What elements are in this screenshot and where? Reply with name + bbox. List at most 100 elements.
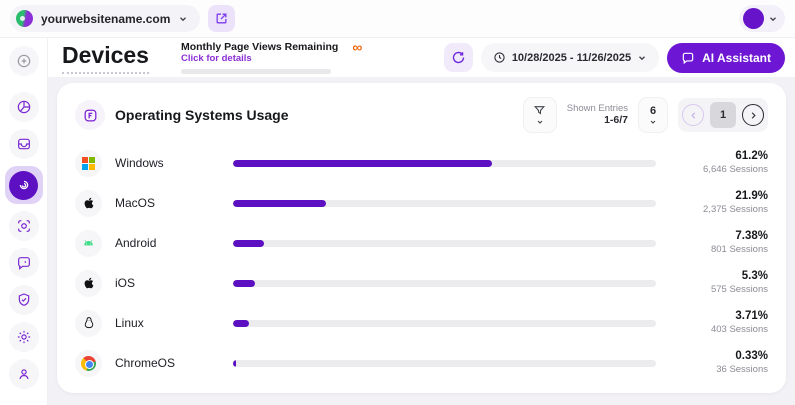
sidebar-item-security[interactable] bbox=[9, 285, 39, 315]
os-percent: 3.71% bbox=[668, 309, 768, 324]
os-row-windows: Windows 61.2% 6,646 Sessions bbox=[75, 143, 768, 183]
entries-per-page-select[interactable]: 6 bbox=[638, 97, 668, 133]
date-range-value: 10/28/2025 - 11/26/2025 bbox=[512, 52, 631, 64]
os-label: Windows bbox=[115, 156, 233, 170]
usage-bar-fill bbox=[233, 160, 492, 167]
website-selector[interactable]: yourwebsitename.com bbox=[10, 5, 200, 32]
os-label: Android bbox=[115, 236, 233, 250]
pageviews-progress-bar bbox=[181, 69, 331, 74]
usage-bar-track bbox=[233, 160, 656, 167]
android-logo-icon bbox=[75, 230, 102, 257]
inbox-icon bbox=[16, 136, 32, 152]
top-bar: yourwebsitename.com bbox=[0, 0, 795, 38]
main-area: Devices Monthly Page Views Remaining Cli… bbox=[48, 38, 795, 405]
header-actions: 10/28/2025 - 11/26/2025 AI Assistant bbox=[444, 43, 785, 73]
chevron-down-icon bbox=[768, 14, 778, 24]
pageviews-widget: Monthly Page Views Remaining Click for d… bbox=[181, 41, 362, 74]
user-menu[interactable] bbox=[739, 5, 785, 32]
os-sessions: 2,375 Sessions bbox=[668, 204, 768, 216]
entries-per-page-value: 6 bbox=[650, 105, 656, 117]
avatar bbox=[743, 8, 764, 29]
usage-bar-fill bbox=[233, 320, 249, 327]
os-percent: 0.33% bbox=[668, 349, 768, 364]
website-favicon bbox=[16, 10, 33, 27]
usage-bar-fill bbox=[233, 360, 236, 367]
active-indicator bbox=[9, 171, 38, 200]
open-website-button[interactable] bbox=[208, 5, 235, 32]
usage-bar-fill bbox=[233, 200, 326, 207]
arrow-left-icon bbox=[688, 110, 699, 121]
os-label: ChromeOS bbox=[115, 356, 233, 370]
os-row-linux: Linux 3.71% 403 Sessions bbox=[75, 303, 768, 343]
target-scan-icon bbox=[16, 218, 32, 234]
fingerprint-icon bbox=[16, 177, 32, 193]
sidebar-item-profile[interactable] bbox=[9, 359, 39, 389]
shown-entries-label: Shown Entries bbox=[567, 103, 628, 115]
usage-bar-track bbox=[233, 280, 656, 287]
page-header: Devices Monthly Page Views Remaining Cli… bbox=[48, 38, 795, 77]
windows-logo-icon bbox=[75, 150, 102, 177]
prev-page-button[interactable] bbox=[682, 104, 704, 126]
os-usage-card: Operating Systems Usage Shown Entries 1-… bbox=[57, 83, 786, 393]
sidebar-item-inbox[interactable] bbox=[9, 129, 39, 159]
pageviews-details-link[interactable]: Click for details bbox=[181, 53, 338, 64]
chat-icon bbox=[16, 255, 32, 271]
os-sessions: 403 Sessions bbox=[668, 324, 768, 336]
ai-assistant-button[interactable]: AI Assistant bbox=[667, 43, 785, 73]
usage-bar-track bbox=[233, 360, 656, 367]
content-area: Operating Systems Usage Shown Entries 1-… bbox=[48, 77, 795, 405]
sidebar-nav bbox=[0, 38, 48, 405]
website-name: yourwebsitename.com bbox=[41, 12, 170, 26]
card-header: Operating Systems Usage Shown Entries 1-… bbox=[75, 93, 768, 143]
refresh-icon bbox=[451, 50, 466, 65]
current-page[interactable]: 1 bbox=[710, 102, 736, 128]
card-title: Operating Systems Usage bbox=[115, 107, 289, 123]
chevron-down-icon bbox=[536, 118, 544, 126]
os-percent: 5.3% bbox=[668, 269, 768, 284]
sidebar-item-feedback[interactable] bbox=[9, 248, 39, 278]
usage-bar-track bbox=[233, 320, 656, 327]
user-pin-icon bbox=[16, 366, 32, 382]
usage-bar-fill bbox=[233, 240, 264, 247]
shield-check-icon bbox=[16, 292, 32, 308]
sidebar-item-add[interactable] bbox=[9, 46, 39, 76]
os-sessions: 801 Sessions bbox=[668, 244, 768, 256]
os-percent: 21.9% bbox=[668, 189, 768, 204]
sidebar-item-analytics[interactable] bbox=[9, 92, 39, 122]
shown-entries-range: 1-6/7 bbox=[567, 114, 628, 127]
chrome-logo-icon bbox=[75, 350, 102, 377]
os-row-macos: MacOS 21.9% 2,375 Sessions bbox=[75, 183, 768, 223]
filter-button[interactable] bbox=[523, 97, 557, 133]
chevron-down-icon bbox=[637, 53, 647, 63]
os-percent: 61.2% bbox=[668, 149, 768, 164]
os-sessions: 575 Sessions bbox=[668, 284, 768, 296]
analytics-dashboard: yourwebsitename.com bbox=[0, 0, 795, 405]
gear-icon bbox=[16, 329, 32, 345]
pie-chart-icon bbox=[16, 99, 32, 115]
ai-assistant-label: AI Assistant bbox=[702, 51, 771, 65]
os-sessions: 36 Sessions bbox=[668, 364, 768, 376]
clock-icon bbox=[493, 51, 506, 64]
os-label: Linux bbox=[115, 316, 233, 330]
external-link-icon bbox=[215, 12, 228, 25]
sidebar-item-tracking[interactable] bbox=[9, 211, 39, 241]
os-percent: 7.38% bbox=[668, 229, 768, 244]
sidebar-item-settings[interactable] bbox=[9, 322, 39, 352]
os-label: MacOS bbox=[115, 196, 233, 210]
apple-logo-icon bbox=[75, 270, 102, 297]
chat-icon bbox=[681, 51, 695, 65]
pageviews-label: Monthly Page Views Remaining bbox=[181, 41, 338, 53]
os-label: iOS bbox=[115, 276, 233, 290]
usage-bar-track bbox=[233, 200, 656, 207]
date-range-picker[interactable]: 10/28/2025 - 11/26/2025 bbox=[481, 43, 659, 72]
chevron-down-icon bbox=[178, 14, 188, 24]
os-sessions: 6,646 Sessions bbox=[668, 164, 768, 176]
os-usage-list: Windows 61.2% 6,646 Sessions MacOS bbox=[75, 143, 768, 387]
refresh-button[interactable] bbox=[444, 43, 473, 72]
chevron-down-icon bbox=[649, 118, 657, 126]
os-row-chromeos: ChromeOS 0.33% 36 Sessions bbox=[75, 343, 768, 383]
linux-tux-icon bbox=[75, 310, 102, 337]
os-row-android: Android 7.38% 801 Sessions bbox=[75, 223, 768, 263]
sidebar-item-devices[interactable] bbox=[5, 166, 43, 204]
next-page-button[interactable] bbox=[742, 104, 764, 126]
